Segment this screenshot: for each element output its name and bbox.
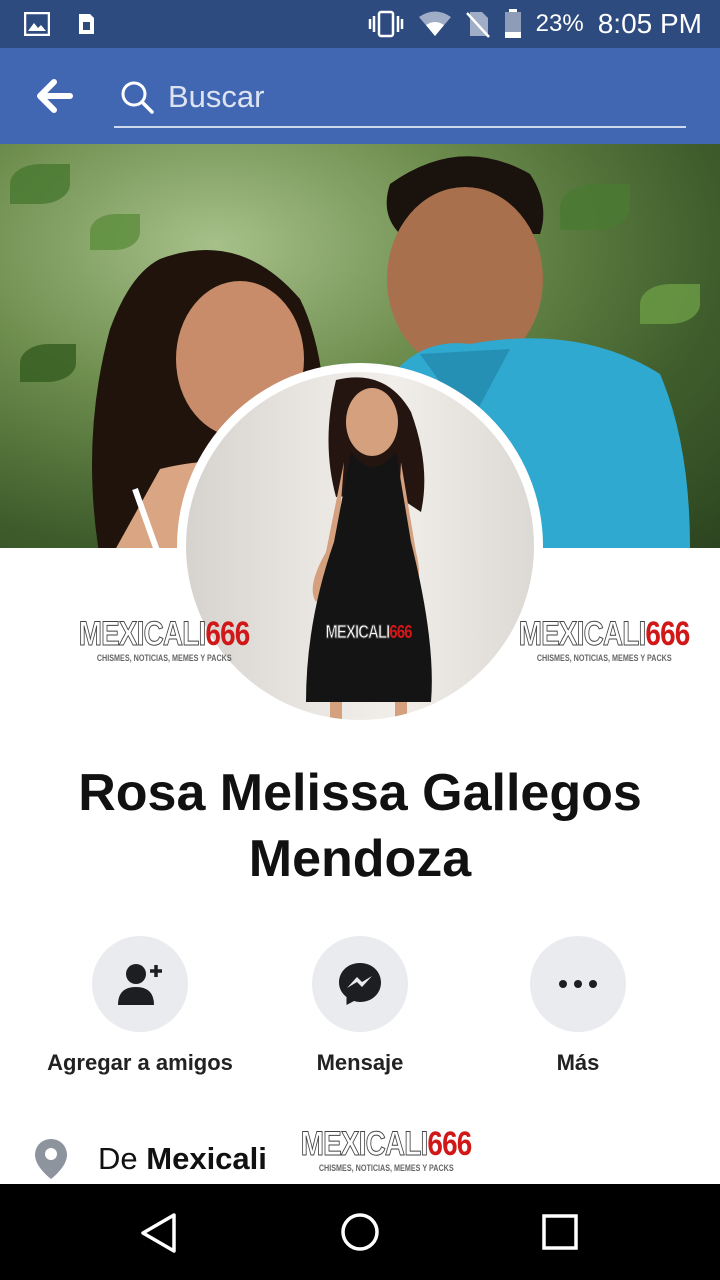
image-icon: [24, 12, 50, 36]
search-input[interactable]: [166, 76, 670, 118]
hometown-text: De Mexicali: [98, 1141, 267, 1176]
foliage: [10, 164, 70, 204]
wifi-icon: [418, 11, 451, 36]
profile-figure: [306, 377, 432, 720]
watermark-top: MEXICALI666 CHISMES, NOTICIAS, MEMES Y P…: [270, 144, 478, 145]
arrow-left-icon[interactable]: [34, 78, 74, 114]
hometown-link[interactable]: Mexicali: [146, 1141, 267, 1176]
profile-name-line1: Rosa Melissa Gallegos: [78, 764, 642, 822]
watermark-avatar: MEXICALI666: [325, 622, 412, 643]
messenger-icon: [339, 963, 381, 1005]
search-icon: [121, 81, 154, 114]
recents-square-icon[interactable]: [542, 1214, 578, 1250]
watermark-bottom: MEXICALI666 CHISMES, NOTICIAS, MEMES Y P…: [300, 1125, 472, 1174]
app-bar: [0, 48, 720, 144]
more-button[interactable]: Más: [458, 936, 698, 1076]
watermark-left: MEXICALI666 CHISMES, NOTICIAS, MEMES Y P…: [78, 615, 250, 664]
watermark-right: MEXICALI666 CHISMES, NOTICIAS, MEMES Y P…: [518, 615, 690, 664]
clock: 8:05 PM: [597, 8, 702, 39]
hometown-row: De Mexicali: [34, 1134, 267, 1184]
message-label: Mensaje: [316, 1050, 404, 1075]
navigation-bar: [0, 1184, 720, 1280]
vibrate-icon: [368, 10, 403, 38]
home-circle-icon[interactable]: [340, 1212, 380, 1252]
location-pin-icon: [35, 1139, 67, 1179]
status-bar: 23% 8:05 PM: [0, 0, 720, 48]
battery-percent: 23%: [535, 10, 584, 37]
profile-picture[interactable]: MEXICALI666: [186, 372, 534, 720]
download-icon: [79, 14, 94, 34]
battery-icon: [504, 9, 521, 38]
more-icon: [559, 980, 597, 988]
back-triangle-icon[interactable]: [138, 1212, 180, 1254]
add-friend-label: Agregar a amigos: [47, 1050, 233, 1075]
more-label: Más: [556, 1050, 600, 1075]
profile-name: Rosa Melissa Gallegos Mendoza: [40, 760, 680, 892]
add-friend-icon: [118, 964, 162, 1005]
message-button[interactable]: Mensaje: [240, 936, 480, 1076]
search-bar[interactable]: [114, 68, 686, 128]
profile-name-line2: Mendoza: [248, 830, 472, 888]
add-friend-button[interactable]: Agregar a amigos: [20, 936, 260, 1076]
no-sim-icon: [465, 12, 490, 38]
